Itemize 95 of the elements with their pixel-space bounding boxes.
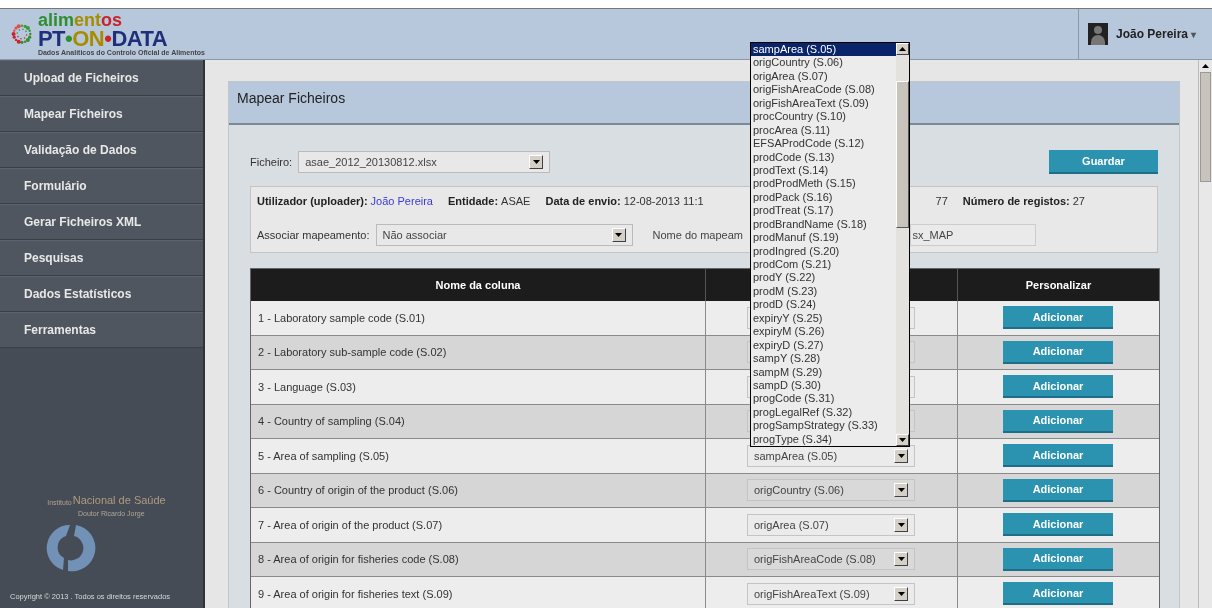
dropdown-option[interactable]: prodM (S.23): [751, 284, 896, 299]
user-menu[interactable]: João Pereira ▾: [1116, 25, 1197, 43]
dropdown-arrow-icon: [897, 522, 905, 527]
mapping-name-field[interactable]: sx_MAP: [909, 224, 1036, 246]
dropdown-arrow-icon: [897, 557, 905, 562]
add-button[interactable]: Adicionar: [1003, 340, 1113, 364]
dropdown-option[interactable]: procArea (S.11): [751, 123, 896, 138]
column-mapping-select[interactable]: origFishAreaCode (S.08): [747, 548, 915, 571]
dropdown-option[interactable]: origArea (S.07): [751, 69, 896, 84]
dropdown-option[interactable]: prodTreat (S.17): [751, 204, 896, 218]
dropdown-option[interactable]: progLegalRef (S.32): [751, 405, 896, 420]
dropdown-option[interactable]: EFSAProdCode (S.12): [751, 137, 896, 151]
dropdown-option[interactable]: prodCom (S.21): [751, 258, 896, 272]
dropdown-option[interactable]: prodCode (S.13): [751, 150, 896, 164]
dropdown-option[interactable]: procCountry (S.10): [751, 110, 896, 124]
dropdown-arrow-icon: [897, 488, 905, 493]
dropdown-option[interactable]: prodPack (S.16): [751, 190, 896, 205]
sidebar-item[interactable]: Pesquisas: [0, 240, 203, 276]
sidebar-item[interactable]: Gerar Ficheiros XML: [0, 204, 203, 240]
column-header: Personalizar: [1024, 277, 1093, 293]
dropdown-option[interactable]: prodBrandName (S.18): [751, 217, 896, 232]
add-button[interactable]: Adicionar: [1003, 375, 1113, 399]
save-button[interactable]: Guardar: [1049, 150, 1158, 174]
table-cell: 4 - Country of sampling (S.04): [251, 404, 706, 438]
mapping-select[interactable]: Não associar: [375, 224, 633, 246]
add-button[interactable]: Adicionar: [1003, 582, 1113, 606]
sidebar-item[interactable]: Validação de Dados: [0, 132, 203, 168]
dropdown-arrow-icon: [897, 591, 905, 596]
column-mapping-select[interactable]: origCountry (S.06): [747, 479, 915, 502]
dropdown-arrow-icon: [615, 233, 622, 237]
dropdown-option[interactable]: expiryD (S.27): [751, 338, 896, 353]
dropdown-option[interactable]: sampArea (S.05): [751, 43, 896, 57]
dropdown-option[interactable]: prodY (S.22): [751, 271, 896, 285]
list-scrollbar[interactable]: [896, 43, 909, 446]
dropdown-option[interactable]: origCountry (S.06): [751, 56, 896, 70]
info-value: 77: [935, 193, 948, 209]
field-label: Nome do mapeam: [652, 227, 744, 243]
info-value: ASAE: [501, 193, 531, 209]
info-label: Utilizador (uploader):: [257, 193, 368, 209]
table-cell: 7 - Area of origin of the product (S.07): [251, 508, 706, 542]
info-label: Entidade:: [448, 193, 499, 209]
table-cell: 6 - Country of origin of the product (S.06): [251, 473, 706, 507]
dropdown-option[interactable]: expiryY (S.25): [751, 311, 896, 326]
uploader-link[interactable]: João Pereira: [370, 192, 433, 210]
add-button[interactable]: Adicionar: [1003, 478, 1113, 502]
logo-title: alimentos: [37, 12, 123, 29]
field-label: Associar mapeamento:: [257, 227, 370, 243]
table-cell: 1 - Laboratory sample code (S.01): [251, 301, 706, 335]
field-label: Ficheiro:: [250, 154, 293, 170]
scroll-thumb[interactable]: [1200, 72, 1211, 182]
add-button[interactable]: Adicionar: [1003, 513, 1113, 537]
info-label: Data de envio:: [545, 193, 621, 209]
institute-name: Nacional de Saúde: [72, 493, 166, 509]
add-button[interactable]: Adicionar: [1003, 444, 1113, 468]
dropdown-option[interactable]: prodText (S.14): [751, 163, 896, 178]
column-mapping-select[interactable]: origArea (S.07): [747, 513, 915, 536]
sidebar-item[interactable]: Dados Estatísticos: [0, 276, 203, 312]
dropdown-option[interactable]: prodProdMeth (S.15): [751, 177, 896, 191]
dropdown-arrow-icon: [897, 453, 905, 458]
info-value: 12-08-2013 11:1: [623, 193, 704, 209]
sidebar-item[interactable]: Formulário: [0, 168, 203, 204]
column-mapping-select[interactable]: origFishAreaText (S.09): [747, 582, 915, 605]
dropdown-option[interactable]: prodD (S.24): [751, 298, 896, 312]
dropdown-option[interactable]: progType (S.34): [751, 432, 896, 447]
table-cell: 5 - Area of sampling (S.05): [251, 439, 706, 473]
sidebar-item[interactable]: Upload de Ficheiros: [0, 60, 203, 96]
dropdown-option[interactable]: expiryM (S.26): [751, 325, 896, 339]
dropdown-option[interactable]: sampM (S.29): [751, 365, 896, 379]
dropdown-option[interactable]: progSampStrategy (S.33): [751, 419, 896, 433]
add-button[interactable]: Adicionar: [1003, 306, 1113, 330]
table-cell: 2 - Laboratory sub-sample code (S.02): [251, 335, 706, 369]
dropdown-option[interactable]: origFishAreaCode (S.08): [751, 83, 896, 97]
add-button[interactable]: Adicionar: [1003, 547, 1113, 571]
scrollbar[interactable]: [1198, 60, 1212, 608]
sidebar-item[interactable]: Mapear Ficheiros: [0, 96, 203, 132]
scroll-up-icon[interactable]: [1202, 64, 1209, 68]
table-cell: 3 - Language (S.03): [251, 370, 706, 404]
table-cell: 8 - Area of origin for fisheries code (S.08): [251, 542, 706, 576]
dropdown-option[interactable]: sampD (S.30): [751, 378, 896, 393]
dropdown-option[interactable]: progCode (S.31): [751, 392, 896, 406]
dropdown-list[interactable]: [750, 42, 910, 447]
dropdown-option[interactable]: sampY (S.28): [751, 352, 896, 366]
sidebar-item[interactable]: Ferramentas: [0, 312, 203, 348]
file-select[interactable]: asae_2012_20130812.xlsx: [298, 151, 551, 173]
add-button[interactable]: Adicionar: [1003, 409, 1113, 433]
scroll-up-icon[interactable]: [899, 47, 906, 51]
table-cell: 9 - Area of origin for fisheries text (S.09): [251, 577, 706, 608]
dropdown-option[interactable]: prodIngred (S.20): [751, 244, 896, 258]
dropdown-option[interactable]: origFishAreaText (S.09): [751, 96, 896, 111]
logo-brand: PT•ON•DATA: [37, 29, 168, 49]
info-value: 27: [1072, 193, 1085, 209]
dropdown-arrow-icon: [532, 160, 540, 164]
info-label: Número de registos:: [962, 193, 1070, 209]
dropdown-option[interactable]: prodManuf (S.19): [751, 231, 896, 245]
avatar-icon: [1088, 23, 1108, 45]
